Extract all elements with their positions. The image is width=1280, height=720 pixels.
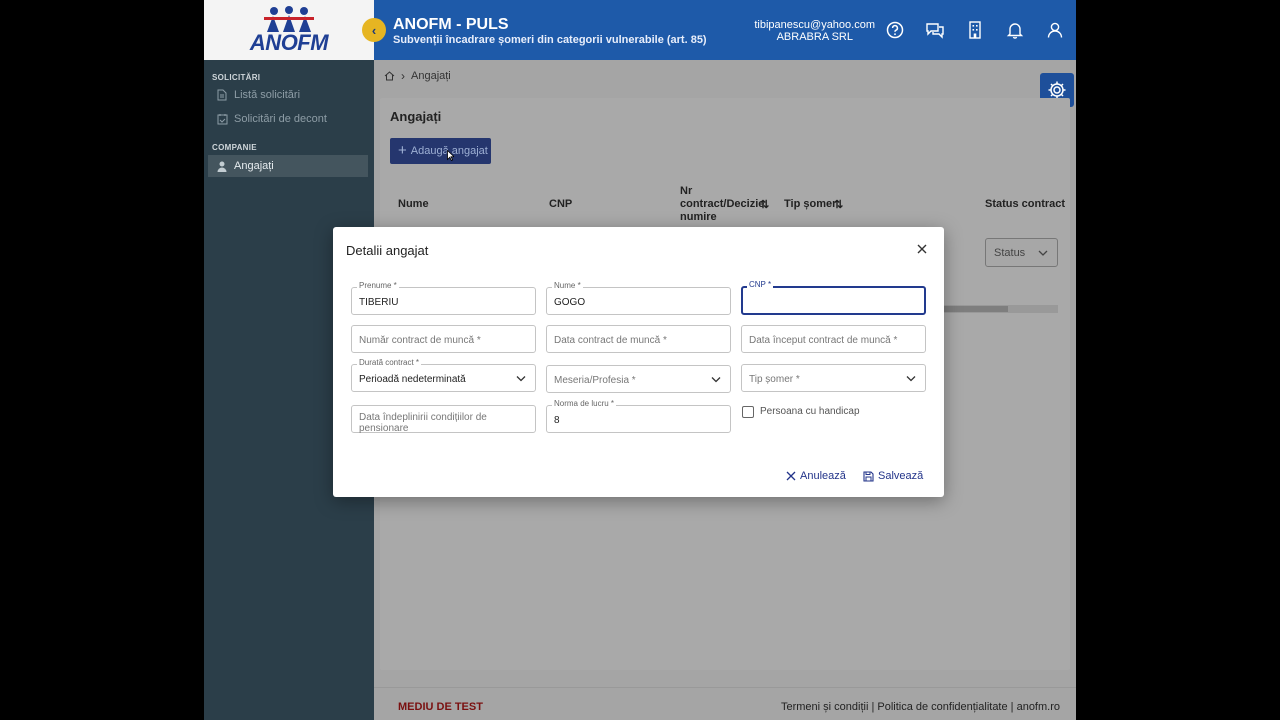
- handicap-label[interactable]: Persoana cu handicap: [760, 406, 860, 417]
- th-nume[interactable]: Nume: [398, 198, 429, 210]
- app-title: ANOFM - PULS: [393, 16, 509, 33]
- user-icon[interactable]: [1045, 20, 1065, 40]
- dialog-title: Detalii angajat: [346, 243, 429, 258]
- logo-figures-icon: [264, 6, 314, 32]
- scrollbar-thumb[interactable]: [942, 306, 1008, 312]
- chevron-down-icon: [906, 376, 916, 382]
- th-cnp[interactable]: CNP: [549, 198, 572, 210]
- user-company: ABRABRA SRL: [776, 31, 853, 43]
- building-icon[interactable]: [965, 20, 985, 40]
- close-icon[interactable]: [916, 243, 928, 255]
- handicap-checkbox[interactable]: [742, 406, 754, 418]
- prenume-value: TIBERIU: [359, 297, 399, 308]
- data-contract-field[interactable]: Data contract de muncă *: [546, 325, 731, 353]
- footer: MEDIU DE TEST Termeni și condiții | Poli…: [374, 687, 1076, 720]
- sidebar-section-solicitari: SOLICITĂRI: [212, 73, 261, 82]
- th-tip-somer[interactable]: Tip șomer: [784, 198, 836, 210]
- employee-details-dialog: Detalii angajat Prenume * TIBERIU Nume *…: [333, 227, 944, 497]
- sidebar-item-angajati[interactable]: Angajați: [208, 155, 368, 177]
- chevron-left-icon: ‹: [371, 22, 377, 38]
- help-icon[interactable]: [885, 20, 905, 40]
- chevron-right-icon: ›: [401, 69, 405, 83]
- close-icon: [786, 471, 796, 481]
- logo-text: ANOFM: [249, 30, 329, 55]
- cancel-button[interactable]: Anulează: [786, 470, 846, 482]
- sort-icon[interactable]: ⇅: [760, 198, 769, 211]
- nume-label: Nume *: [552, 281, 583, 291]
- bell-icon[interactable]: [1005, 20, 1025, 40]
- plus-icon: +: [398, 142, 407, 159]
- norma-value: 8: [554, 415, 560, 426]
- th-contract[interactable]: Nr contract/Decizie numire: [680, 185, 764, 224]
- sidebar-item-lista-solicitari[interactable]: Listă solicitări: [208, 84, 368, 106]
- add-employee-button[interactable]: + Adaugă angajat: [390, 138, 491, 164]
- save-button[interactable]: Salvează: [863, 470, 923, 482]
- data-contract-placeholder: Data contract de muncă *: [554, 335, 667, 346]
- meserie-select[interactable]: Meseria/Profesia *: [546, 365, 731, 393]
- cnp-field[interactable]: CNP *: [741, 280, 926, 315]
- nr-contract-placeholder: Număr contract de muncă *: [359, 335, 481, 346]
- save-icon: [863, 470, 874, 482]
- tip-somer-select[interactable]: Tip șomer *: [741, 364, 926, 392]
- cancel-label: Anulează: [800, 470, 846, 482]
- durata-contract-select[interactable]: Durată contract * Perioadă nedeterminată: [351, 358, 536, 392]
- horizontal-scrollbar[interactable]: [942, 305, 1058, 313]
- home-icon[interactable]: [384, 71, 395, 81]
- tip-somer-placeholder: Tip șomer *: [749, 374, 800, 385]
- chevron-down-icon: [711, 377, 721, 383]
- user-email: tibipanescu@yahoo.com: [754, 19, 875, 31]
- calendar-check-icon: [216, 113, 228, 125]
- cnp-label: CNP *: [747, 280, 774, 290]
- data-inceput-field[interactable]: Data început contract de muncă *: [741, 325, 926, 353]
- data-pensionare-field[interactable]: Data îndeplinirii condițiilor de pension…: [351, 405, 536, 434]
- page-title: Angajați: [390, 109, 442, 124]
- gear-icon: [1048, 81, 1066, 99]
- environment-label: MEDIU DE TEST: [398, 701, 483, 713]
- sidebar-item-label: Listă solicitări: [234, 89, 301, 101]
- data-pensionare-placeholder: Data îndeplinirii condițiilor de pension…: [359, 412, 487, 434]
- nr-contract-field[interactable]: Număr contract de muncă *: [351, 325, 536, 353]
- prenume-label: Prenume *: [357, 281, 399, 291]
- top-header: ‹ ANOFM - PULS Subvenții încadrare șomer…: [362, 0, 1076, 60]
- save-label: Salvează: [878, 470, 924, 482]
- nume-value: GOGO: [554, 297, 586, 308]
- status-filter-value: Status: [994, 246, 1026, 259]
- breadcrumb-current: Angajați: [411, 70, 451, 82]
- document-icon: [216, 89, 228, 101]
- norma-lucru-field[interactable]: Norma de lucru * 8: [546, 399, 731, 433]
- chat-icon[interactable]: [925, 20, 945, 40]
- sidebar-section-companie: COMPANIE: [212, 143, 257, 152]
- footer-links[interactable]: Termeni și condiții | Politica de confid…: [781, 701, 1060, 713]
- sort-icon[interactable]: ⇅: [834, 198, 843, 211]
- durata-value: Perioadă nedeterminată: [359, 374, 466, 385]
- th-status-contract[interactable]: Status contract: [985, 198, 1065, 210]
- chevron-down-icon: [1038, 250, 1048, 256]
- meserie-placeholder: Meseria/Profesia *: [554, 375, 636, 386]
- sidebar-item-solicitari-decont[interactable]: Solicitări de decont: [208, 108, 368, 130]
- sidebar-item-label: Solicitări de decont: [234, 113, 327, 125]
- anofm-logo[interactable]: ANOFM: [204, 0, 374, 60]
- data-inceput-placeholder: Data început contract de muncă *: [749, 335, 898, 346]
- durata-label: Durată contract *: [357, 358, 422, 368]
- norma-label: Norma de lucru *: [552, 399, 617, 409]
- status-filter-select[interactable]: Status: [985, 238, 1058, 267]
- nume-field[interactable]: Nume * GOGO: [546, 281, 731, 315]
- sidebar-item-label: Angajați: [234, 160, 274, 172]
- prenume-field[interactable]: Prenume * TIBERIU: [351, 281, 536, 315]
- mouse-cursor-icon: [447, 150, 454, 161]
- person-icon: [216, 160, 228, 172]
- collapse-sidebar-button[interactable]: ‹: [362, 18, 386, 42]
- breadcrumb: › Angajați: [384, 69, 451, 83]
- chevron-down-icon: [516, 376, 526, 382]
- app-subtitle: Subvenții încadrare șomeri din categorii…: [393, 34, 707, 46]
